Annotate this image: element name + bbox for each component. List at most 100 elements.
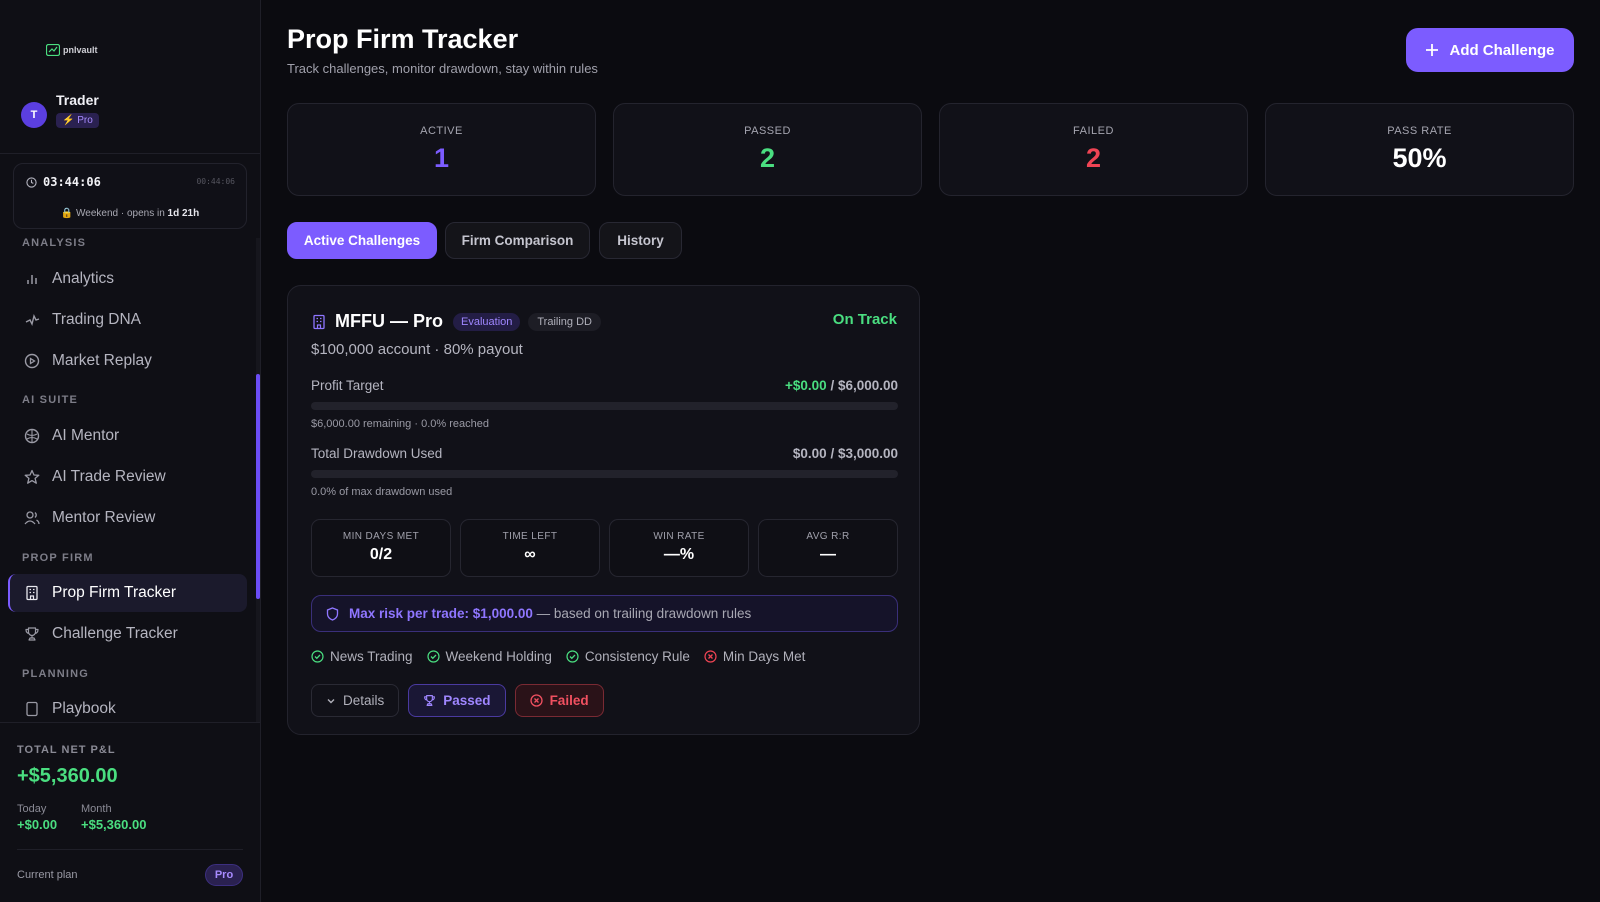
failed-label: Failed — [549, 693, 589, 708]
stat-value: 1 — [433, 143, 450, 173]
rule-label: Min Days Met — [722, 649, 806, 664]
plan-divider — [17, 849, 243, 850]
sidebar-item-challenge-tracker[interactable]: Challenge Tracker — [8, 615, 247, 653]
challenge-status: On Track — [832, 311, 897, 328]
nav-section-analysis: ANALYSIS — [22, 237, 87, 249]
sidebar-item-analytics[interactable]: Analytics — [8, 260, 247, 298]
stat-label: PASS RATE — [1387, 125, 1452, 137]
nav-section-ai-suite: AI SUITE — [22, 394, 79, 406]
stat-card-pass-rate: PASS RATE 50% — [1265, 103, 1574, 196]
stat-label: PASSED — [744, 125, 791, 137]
metric-time-left: TIME LEFT ∞ — [460, 519, 600, 577]
clock-icon — [26, 176, 37, 188]
stat-value: 2 — [759, 143, 776, 173]
chevron-down-icon — [327, 698, 335, 703]
add-challenge-label: Add Challenge — [1449, 41, 1555, 59]
pnl-summary: TOTAL NET P&L +$5,360.00 Today +$0.00 Mo… — [0, 722, 260, 902]
check-circle-icon — [426, 650, 440, 663]
session-time-small: 00:44:06 — [196, 177, 235, 186]
evaluation-badge: Evaluation — [453, 312, 521, 331]
details-label: Details — [343, 693, 385, 708]
sidebar-divider — [0, 153, 260, 154]
profit-current: +$0.00 — [785, 378, 827, 393]
rule-label: Weekend Holding — [445, 649, 552, 664]
session-time: 03:44:06 — [43, 175, 101, 189]
check-circle-icon — [311, 650, 324, 663]
add-challenge-button[interactable]: Add Challenge — [1406, 28, 1574, 72]
sidebar-item-label: Trading DNA — [52, 311, 142, 328]
trailing-dd-badge: Trailing DD — [528, 312, 601, 331]
stat-card-active: ACTIVE 1 — [287, 103, 596, 196]
pnl-month-value: +$5,360.00 — [81, 817, 147, 832]
sidebar-item-label: Market Replay — [52, 352, 152, 369]
details-button[interactable]: Details — [311, 684, 400, 717]
pnl-value: +$5,360.00 — [17, 765, 118, 787]
sidebar-item-ai-mentor[interactable]: AI Mentor — [8, 417, 247, 455]
plan-badge[interactable]: Pro — [205, 864, 243, 886]
x-circle-icon — [704, 650, 717, 663]
profit-target-note: $6,000.00 remaining · 0.0% reached — [311, 418, 489, 430]
metric-value: ∞ — [524, 546, 536, 563]
rule-news-trading: News Trading — [311, 649, 413, 664]
profit-target: / $6,000.00 — [826, 378, 898, 393]
sidebar-item-label: Playbook — [52, 700, 116, 717]
metric-label: MIN DAYS MET — [342, 531, 420, 542]
sidebar-item-playbook[interactable]: Playbook — [8, 690, 247, 722]
sidebar-item-ai-trade-review[interactable]: AI Trade Review — [8, 458, 247, 496]
stat-value: 2 — [1085, 143, 1102, 173]
passed-label: Passed — [443, 693, 491, 708]
metric-min-days: MIN DAYS MET 0/2 — [311, 519, 451, 577]
brain-icon — [24, 428, 40, 444]
shield-icon — [326, 606, 339, 621]
bar-chart-icon — [27, 275, 37, 284]
sidebar-item-trading-dna[interactable]: Trading DNA — [8, 301, 247, 339]
sidebar-item-prop-firm-tracker[interactable]: Prop Firm Tracker — [8, 574, 247, 612]
star-icon — [24, 469, 40, 484]
profit-target-label: Profit Target — [311, 378, 384, 393]
profit-target-amount: +$0.00 / $6,000.00 — [785, 378, 898, 393]
plus-icon — [1426, 44, 1439, 56]
pnl-today-value: +$0.00 — [17, 817, 58, 832]
users-icon — [24, 511, 40, 525]
sidebar-item-label: AI Mentor — [52, 427, 120, 444]
sidebar-item-mentor-review[interactable]: Mentor Review — [8, 499, 247, 537]
pnl-label: TOTAL NET P&L — [17, 744, 116, 756]
challenge-name: MFFU — Pro — [335, 311, 443, 331]
user-profile[interactable]: T Trader ⚡ Pro — [21, 92, 99, 128]
logo-text: pnlvault — [63, 45, 98, 55]
pro-badge: ⚡ Pro — [56, 113, 99, 128]
metric-value: 0/2 — [369, 546, 393, 563]
stat-card-failed: FAILED 2 — [939, 103, 1248, 196]
rule-consistency: Consistency Rule — [566, 649, 690, 664]
challenge-header: MFFU — Pro Evaluation Trailing DD — [311, 311, 601, 332]
book-icon — [26, 701, 38, 717]
mark-failed-button[interactable]: Failed — [514, 684, 604, 717]
challenge-subtitle: $100,000 account · 80% payout — [311, 341, 523, 358]
profit-target-row: Profit Target +$0.00 / $6,000.00 $6,000.… — [311, 378, 898, 430]
mark-passed-button[interactable]: Passed — [408, 684, 506, 717]
metric-label: WIN RATE — [653, 531, 705, 542]
stat-card-passed: PASSED 2 — [613, 103, 922, 196]
metric-label: TIME LEFT — [502, 531, 558, 542]
trophy-icon — [25, 627, 39, 641]
pnl-today: Today +$0.00 — [17, 803, 57, 832]
tab-firm-comparison[interactable]: Firm Comparison — [445, 222, 590, 259]
nav-section-prop-firm: PROP FIRM — [22, 552, 94, 564]
dna-icon — [25, 313, 40, 327]
tab-history[interactable]: History — [599, 222, 682, 259]
drawdown-row: Total Drawdown Used $0.00 / $3,000.00 0.… — [311, 446, 898, 498]
building-icon — [313, 314, 325, 329]
stat-value: 50% — [1392, 143, 1447, 173]
tab-active-challenges[interactable]: Active Challenges — [287, 222, 437, 259]
app-logo[interactable]: pnlvault — [46, 44, 98, 56]
plan-label: Current plan — [17, 869, 78, 881]
sidebar-scrollbar-thumb[interactable] — [256, 374, 260, 599]
market-status: 🔒 Weekend · opens in 1d 21h — [14, 208, 246, 219]
play-circle-icon — [24, 353, 40, 369]
sidebar-item-market-replay[interactable]: Market Replay — [8, 342, 247, 380]
nav-section-planning: PLANNING — [22, 668, 90, 680]
pnl-month-label: Month — [81, 803, 112, 815]
max-risk-rest: — based on trailing drawdown rules — [532, 606, 752, 621]
pnl-today-label: Today — [17, 803, 47, 815]
check-circle-icon — [566, 650, 579, 663]
